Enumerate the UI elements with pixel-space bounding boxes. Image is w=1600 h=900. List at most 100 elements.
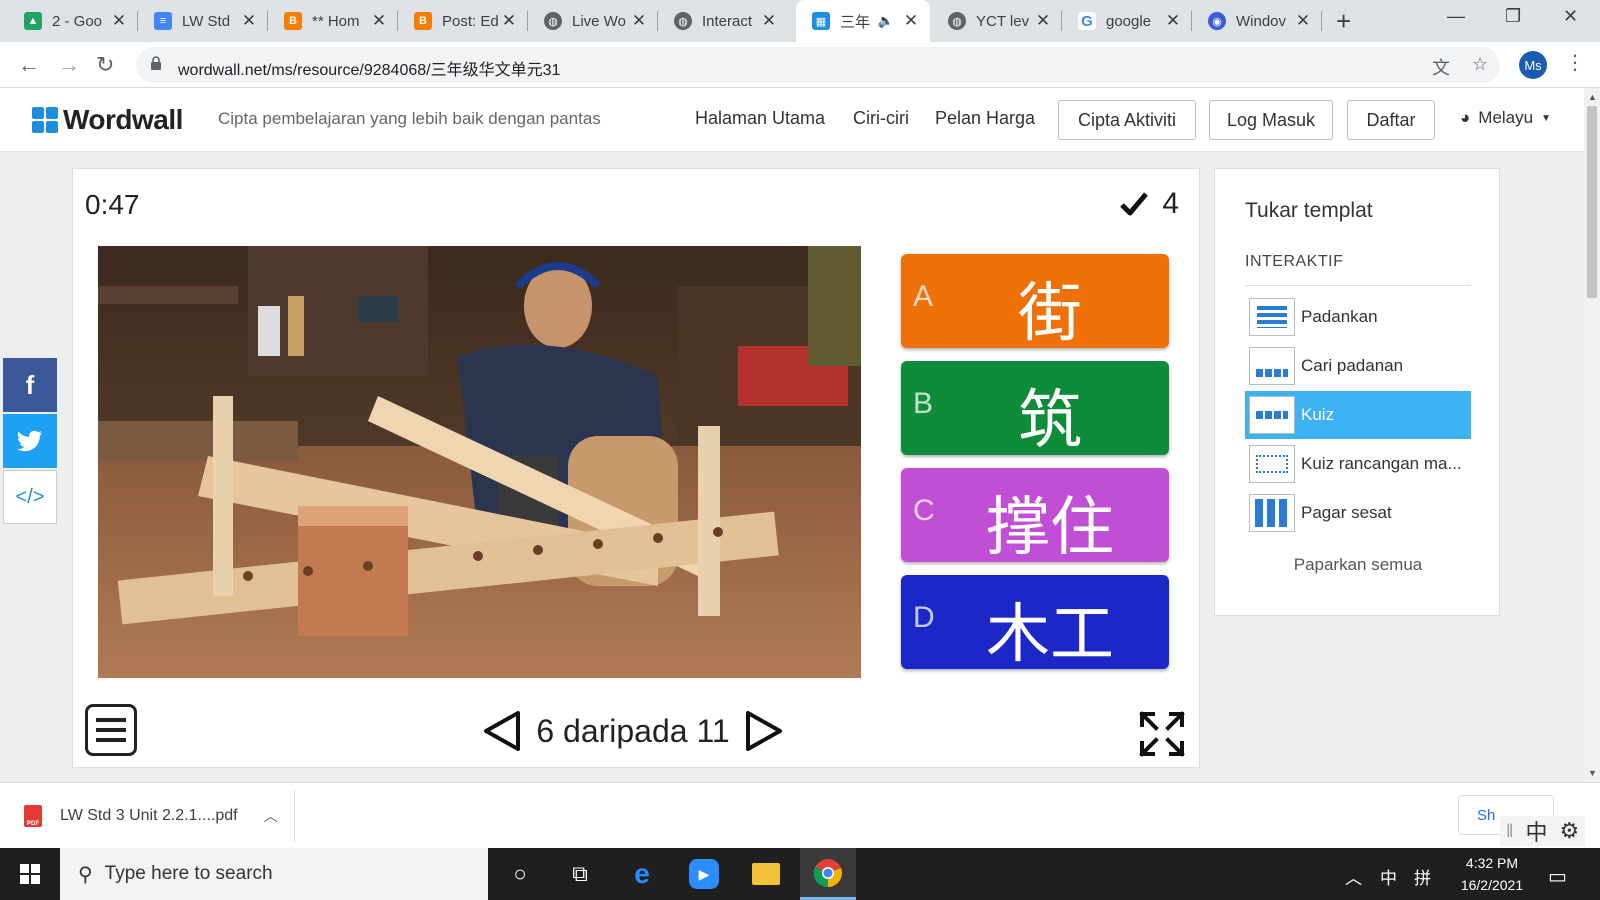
- browser-tab-4[interactable]: ◍ Live Wo ✕: [528, 0, 658, 42]
- tray-language[interactable]: 中: [1380, 864, 1397, 889]
- close-icon[interactable]: ✕: [1164, 11, 1182, 31]
- back-arrow-icon[interactable]: ←: [18, 52, 40, 78]
- template-label: Kuiz: [1301, 405, 1335, 424]
- browser-tab-3[interactable]: B Post: Ed ✕: [398, 0, 528, 42]
- twitter-icon: [17, 430, 42, 452]
- tab-title: 2 - Goo: [52, 12, 103, 30]
- url-text[interactable]: wordwall.net/ms/resource/9284068/三年级华文单元…: [178, 56, 560, 80]
- facebook-icon: f: [25, 369, 35, 400]
- chevron-up-icon[interactable]: ︿: [264, 806, 278, 826]
- browser-tab-0[interactable]: ▲ 2 - Goo ✕: [8, 0, 138, 42]
- template-item-cari-padanan[interactable]: Cari padanan: [1245, 342, 1471, 390]
- quiz-game-card: 0:47 4 A 街 B 筑 C 撑住 D 木工 6 daripada 11: [72, 168, 1200, 768]
- answer-option-d[interactable]: D 木工: [901, 575, 1169, 672]
- tab-title: google: [1106, 12, 1152, 30]
- twitter-share-button[interactable]: [3, 414, 57, 468]
- browser-tab-9[interactable]: ◉ Windov ✕: [1192, 0, 1322, 42]
- browser-tab-5[interactable]: ◍ Interact ✕: [658, 0, 788, 42]
- page-scrollbar[interactable]: ▲ ▼: [1584, 88, 1600, 782]
- translate-icon[interactable]: 文: [1432, 54, 1450, 80]
- template-item-gameshow-quiz[interactable]: Kuiz rancangan ma...: [1245, 440, 1471, 488]
- browser-tab-1[interactable]: ≡ LW Std ✕: [138, 0, 268, 42]
- embed-button[interactable]: </>: [3, 470, 57, 524]
- answer-option-c[interactable]: C 撑住: [901, 468, 1169, 565]
- answer-option-a[interactable]: A 街: [901, 254, 1169, 351]
- minimize-icon[interactable]: —: [1447, 6, 1465, 27]
- close-icon[interactable]: ✕: [630, 11, 648, 31]
- template-item-kuiz[interactable]: Kuiz: [1245, 391, 1471, 439]
- close-icon[interactable]: ✕: [500, 11, 518, 31]
- new-tab-plus-icon[interactable]: +: [1336, 6, 1351, 37]
- login-button[interactable]: Log Masuk: [1209, 100, 1333, 140]
- nav-pricing-link[interactable]: Pelan Harga: [935, 108, 1035, 129]
- zoom-app-icon[interactable]: ▶: [676, 848, 732, 900]
- language-selector[interactable]: ◕ Melayu ▼: [1460, 108, 1551, 128]
- score-value: 4: [1162, 187, 1179, 220]
- quiz-template-icon: [1249, 396, 1295, 434]
- chrome-app-icon[interactable]: [800, 848, 856, 900]
- wordwall-logo[interactable]: Wordwall: [32, 104, 183, 136]
- bookmark-star-icon[interactable]: ☆: [1472, 54, 1488, 75]
- show-all-templates-link[interactable]: Paparkan semua: [1215, 555, 1501, 575]
- close-icon[interactable]: ✕: [902, 11, 920, 31]
- template-label: Cari padanan: [1301, 356, 1404, 375]
- fullscreen-icon[interactable]: [1139, 711, 1185, 757]
- close-icon[interactable]: ✕: [370, 11, 388, 31]
- notification-icon[interactable]: ▭: [1548, 864, 1567, 889]
- windows-store-icon: ◉: [1208, 12, 1226, 30]
- template-item-padankan[interactable]: Padankan: [1245, 293, 1471, 341]
- browser-tab-8[interactable]: G google ✕: [1062, 0, 1192, 42]
- woodworker-photo: [98, 246, 861, 678]
- prev-triangle-icon[interactable]: [482, 710, 522, 752]
- file-explorer-icon[interactable]: [738, 848, 794, 900]
- reload-icon[interactable]: ↻: [96, 52, 114, 78]
- nav-features-link[interactable]: Ciri-ciri: [853, 108, 909, 129]
- tab-title: LW Std: [182, 12, 231, 30]
- browser-tab-2[interactable]: B ** Hom ✕: [268, 0, 398, 42]
- close-icon[interactable]: ✕: [110, 11, 128, 31]
- address-bar[interactable]: wordwall.net/ms/resource/9284068/三年级华文单元…: [136, 47, 1500, 83]
- answer-option-b[interactable]: B 筑: [901, 361, 1169, 458]
- windows-start-icon[interactable]: [20, 864, 40, 884]
- download-item[interactable]: PDF LW Std 3 Unit 2.2.1....pdf ︿: [24, 805, 278, 827]
- browser-tab-6-active[interactable]: ▦ 三年 🔈 ✕: [796, 0, 930, 42]
- scroll-up-icon[interactable]: ▲: [1588, 92, 1597, 102]
- globe-icon: ◍: [948, 12, 966, 30]
- restore-icon[interactable]: ❐: [1505, 6, 1521, 27]
- hamburger-menu-button[interactable]: [85, 704, 137, 756]
- scroll-down-icon[interactable]: ▼: [1588, 768, 1597, 778]
- cortana-circle-icon[interactable]: ○: [492, 848, 548, 900]
- template-item-pagar-sesat[interactable]: Pagar sesat: [1245, 489, 1471, 537]
- ime-language-toggle[interactable]: 中: [1525, 815, 1547, 847]
- more-menu-icon[interactable]: ⋮: [1565, 50, 1585, 75]
- tray-chevron-up-icon[interactable]: ︿: [1345, 864, 1362, 889]
- internet-explorer-icon[interactable]: e: [614, 848, 670, 900]
- drag-handle-icon[interactable]: ‖: [1506, 821, 1513, 842]
- tab-title: ** Hom: [312, 12, 360, 30]
- close-icon[interactable]: ✕: [1034, 11, 1052, 31]
- scrollbar-thumb[interactable]: [1587, 106, 1597, 298]
- close-icon[interactable]: ✕: [240, 11, 258, 31]
- gear-icon[interactable]: ⚙: [1559, 818, 1579, 844]
- signup-button[interactable]: Daftar: [1347, 100, 1435, 140]
- forward-arrow-icon[interactable]: →: [58, 52, 80, 78]
- profile-avatar[interactable]: Ms: [1519, 51, 1547, 79]
- browser-tab-7[interactable]: ◍ YCT lev ✕: [932, 0, 1062, 42]
- system-clock[interactable]: 4:32 PM 16/2/2021: [1444, 852, 1540, 896]
- facebook-share-button[interactable]: f: [3, 358, 57, 412]
- close-icon[interactable]: ✕: [760, 11, 778, 31]
- tray-ime-mode[interactable]: 拼: [1414, 864, 1431, 889]
- window-close-icon[interactable]: ✕: [1563, 6, 1578, 27]
- task-view-icon[interactable]: ⧉: [552, 848, 608, 900]
- close-icon[interactable]: ✕: [1294, 11, 1312, 31]
- nav-home-link[interactable]: Halaman Utama: [695, 108, 825, 129]
- audio-playing-icon[interactable]: 🔈: [878, 13, 894, 29]
- timer: 0:47: [85, 189, 140, 220]
- match-up-template-icon: [1249, 298, 1295, 336]
- divider: [1245, 285, 1471, 286]
- globe-icon: ◕: [1460, 108, 1471, 127]
- next-triangle-icon[interactable]: [744, 710, 784, 752]
- globe-icon: ◍: [544, 12, 562, 30]
- taskbar-search-box[interactable]: ⚲ Type here to search: [60, 848, 488, 900]
- create-activity-button[interactable]: Cipta Aktiviti: [1058, 100, 1196, 140]
